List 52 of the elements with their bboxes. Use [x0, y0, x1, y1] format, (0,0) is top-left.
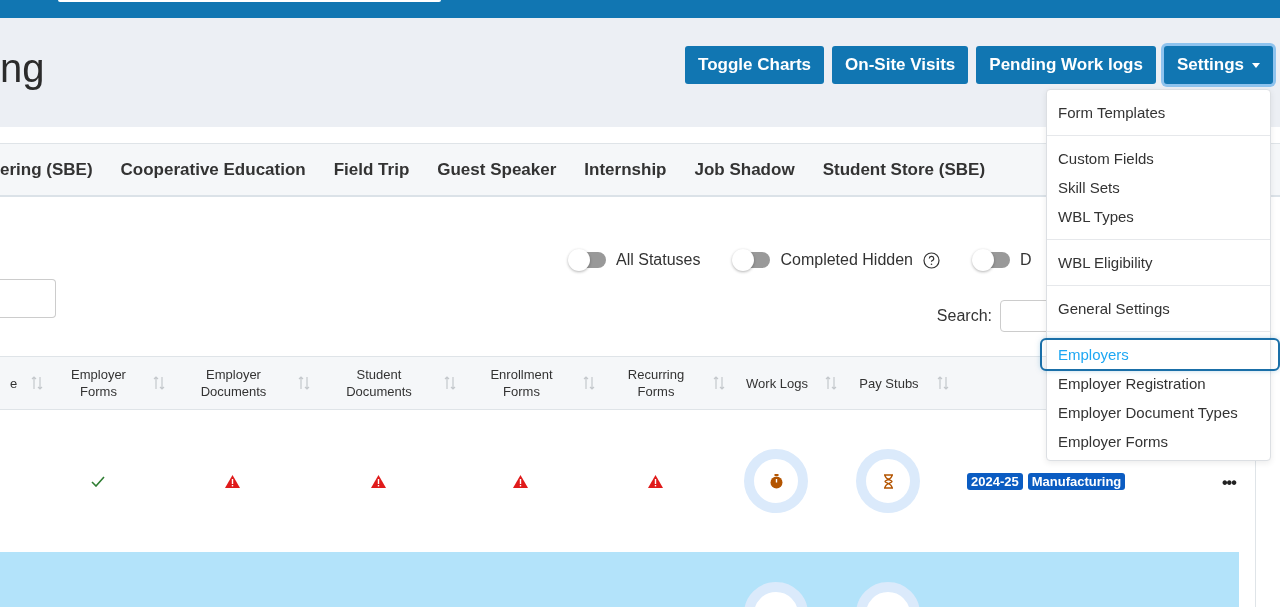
sort-icon[interactable] [937, 376, 949, 390]
sort-icon[interactable] [444, 376, 456, 390]
page-title: ng [0, 48, 45, 88]
menu-item[interactable]: Skill Sets [1047, 173, 1270, 202]
menu-item[interactable]: General Settings [1047, 294, 1270, 323]
sort-icon[interactable] [31, 376, 44, 390]
type-tab[interactable]: ering (SBE) [0, 144, 107, 195]
menu-item[interactable]: WBL Eligibility [1047, 248, 1270, 277]
column-header: Enrollment Forms [489, 366, 554, 400]
type-tab[interactable]: Student Store (SBE) [808, 144, 1000, 195]
settings-dropdown-button[interactable]: Settings [1163, 46, 1273, 84]
type-tab[interactable]: Internship [570, 144, 681, 195]
column-header: e [9, 374, 19, 392]
toggle-label: All Statuses [616, 251, 701, 269]
column-header: Recurring Forms [626, 366, 686, 400]
type-tab[interactable]: Field Trip [319, 144, 424, 195]
tag-label: 2024-25 [967, 472, 1023, 490]
check-icon [90, 475, 105, 487]
type-tab[interactable]: Cooperative Education [106, 144, 320, 195]
menu-item[interactable]: Custom Fields [1047, 144, 1270, 173]
column-header: Employer Forms [70, 366, 127, 400]
toggle-label: D [1020, 251, 1032, 269]
sort-icon[interactable] [583, 376, 595, 390]
header-button[interactable]: Pending Work logs [976, 46, 1156, 84]
search-label: Search: [936, 307, 992, 325]
warning-icon [513, 474, 528, 488]
sort-icon[interactable] [298, 376, 310, 390]
menu-item[interactable]: WBL Types [1047, 202, 1270, 231]
menu-item[interactable]: Form Templates [1047, 98, 1270, 127]
more-actions-button[interactable]: ••• [1222, 474, 1236, 492]
column-header: Pay Stubs [858, 374, 920, 392]
warning-icon [370, 474, 386, 488]
toggle-label: Completed Hidden [780, 251, 913, 269]
menu-item[interactable]: Employer Registration [1047, 369, 1270, 398]
caret-icon [1252, 62, 1260, 68]
stopwatch-icon [769, 473, 783, 489]
help-icon[interactable] [923, 251, 940, 269]
filter-input[interactable] [0, 279, 56, 318]
warning-icon [647, 474, 663, 488]
type-tab[interactable]: Job Shadow [680, 144, 809, 195]
header-button[interactable]: On-Site Visits [832, 46, 969, 84]
sort-icon[interactable] [153, 376, 165, 390]
column-header: Work Logs [745, 374, 809, 392]
column-header: Student Documents [345, 366, 413, 400]
sort-icon[interactable] [713, 376, 725, 390]
warning-icon [225, 474, 240, 488]
sort-icon[interactable] [825, 376, 837, 390]
hourglass-icon [882, 473, 894, 489]
tag-label: Manufacturing [1027, 472, 1126, 490]
column-header: Employer Documents [199, 366, 268, 400]
header-button[interactable]: Toggle Charts [685, 46, 825, 84]
type-tab[interactable]: Guest Speaker [423, 144, 571, 195]
